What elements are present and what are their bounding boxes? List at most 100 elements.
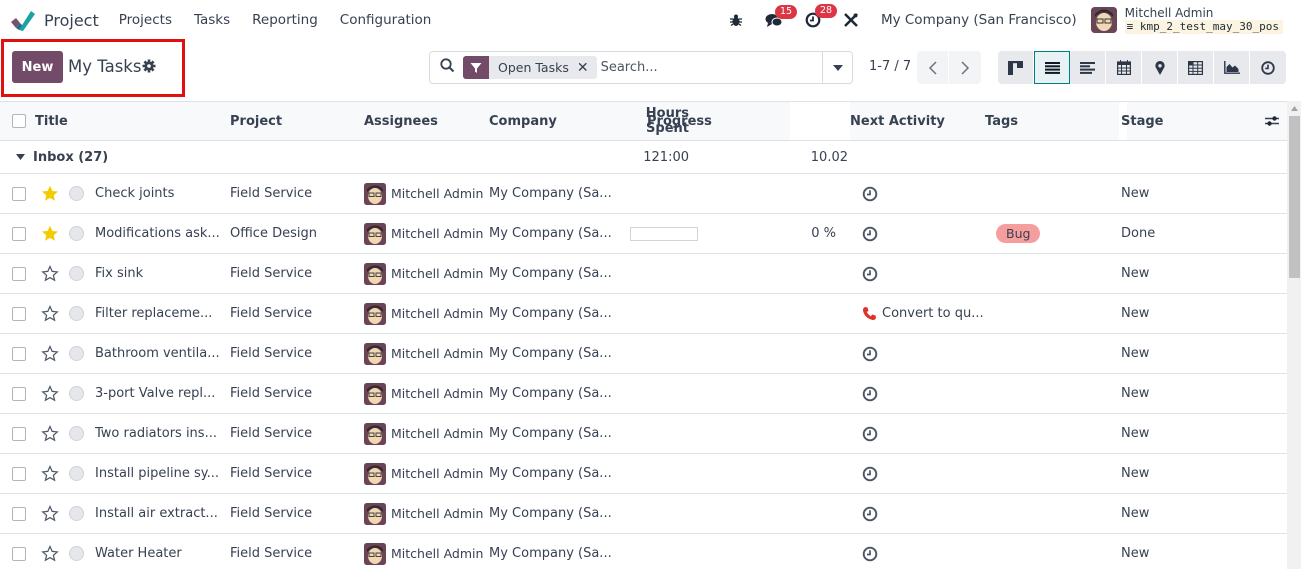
star-outline-icon[interactable] <box>41 505 59 522</box>
assignee-avatar[interactable] <box>364 502 386 525</box>
view-pivot-button[interactable] <box>1178 51 1214 84</box>
column-header-title[interactable]: Title <box>35 102 230 141</box>
status-circle-icon[interactable] <box>69 226 84 241</box>
activity-clock-icon[interactable] <box>862 346 878 362</box>
table-row[interactable]: Install air extract... Field Service Mitch… <box>0 494 1287 534</box>
table-row[interactable]: Check joints Field Service Mitchell Admin M… <box>0 174 1287 214</box>
activity-clock-icon[interactable] <box>862 466 878 482</box>
star-filled-icon[interactable] <box>41 185 59 202</box>
assignee-avatar[interactable] <box>364 222 386 245</box>
activity-clock-icon[interactable] <box>862 266 878 282</box>
column-header-project[interactable]: Project <box>230 102 364 141</box>
column-header-progress[interactable]: Progress <box>647 102 790 141</box>
row-checkbox[interactable] <box>12 266 26 281</box>
scroll-up-arrow-icon[interactable] <box>1287 101 1301 115</box>
table-row[interactable]: Filter replaceme... Field Service Mitchell… <box>0 294 1287 334</box>
view-kanban-button[interactable] <box>998 51 1034 84</box>
row-checkbox[interactable] <box>12 466 26 481</box>
search-input[interactable] <box>600 60 811 75</box>
tag-badge[interactable]: Bug <box>996 224 1041 243</box>
row-checkbox[interactable] <box>12 546 26 561</box>
task-title[interactable]: Check joints <box>95 174 230 214</box>
scrollbar-thumb[interactable] <box>1289 116 1300 278</box>
task-title[interactable]: 3-port Valve repl... <box>95 374 230 414</box>
view-calendar-button[interactable] <box>1106 51 1142 84</box>
activity-clock-icon[interactable] <box>862 386 878 402</box>
pager-previous-button[interactable] <box>917 51 949 84</box>
gear-icon[interactable] <box>142 59 156 77</box>
activity-clock-icon[interactable] <box>862 506 878 522</box>
assignee-avatar[interactable] <box>364 462 386 485</box>
star-filled-icon[interactable] <box>41 225 59 242</box>
facet-remove-icon[interactable]: ✕ <box>577 60 589 76</box>
status-circle-icon[interactable] <box>69 306 84 321</box>
task-title[interactable]: Two radiators ins... <box>95 414 230 454</box>
row-checkbox[interactable] <box>12 506 26 521</box>
row-checkbox[interactable] <box>12 306 26 321</box>
messages-icon[interactable]: 15 <box>765 4 798 28</box>
menu-projects[interactable]: Projects <box>119 12 172 28</box>
assignee-avatar[interactable] <box>364 382 386 405</box>
star-outline-icon[interactable] <box>41 545 59 562</box>
status-circle-icon[interactable] <box>69 466 84 481</box>
column-header-next-activity[interactable]: Next Activity <box>850 102 985 141</box>
app-brand[interactable]: Project <box>10 9 99 31</box>
column-header-company[interactable]: Company <box>489 102 630 141</box>
star-outline-icon[interactable] <box>41 425 59 442</box>
search-icon[interactable] <box>440 58 455 77</box>
view-activity-button[interactable] <box>1250 51 1286 84</box>
view-list-button[interactable] <box>1034 51 1070 84</box>
view-gantt-button[interactable] <box>1070 51 1106 84</box>
assignee-avatar[interactable] <box>364 302 386 325</box>
activities-icon[interactable]: 28 <box>805 4 838 28</box>
debug-icon[interactable] <box>729 13 743 27</box>
pager-next-button[interactable] <box>949 51 981 84</box>
menu-reporting[interactable]: Reporting <box>252 12 318 28</box>
menu-configuration[interactable]: Configuration <box>340 12 432 28</box>
table-row[interactable]: Two radiators ins... Field Service Mitchel… <box>0 414 1287 454</box>
status-circle-icon[interactable] <box>69 346 84 361</box>
table-row[interactable]: Fix sink Field Service Mitchell Admin My Co… <box>0 254 1287 294</box>
search-options-toggle[interactable] <box>822 52 852 83</box>
task-title[interactable]: Fix sink <box>95 254 230 294</box>
view-graph-button[interactable] <box>1214 51 1250 84</box>
group-row-inbox[interactable]: Inbox (27) 121:00 10.02 <box>0 141 1287 174</box>
row-checkbox[interactable] <box>12 386 26 401</box>
column-header-assignees[interactable]: Assignees <box>364 102 489 141</box>
status-circle-icon[interactable] <box>69 266 84 281</box>
column-header-tags[interactable]: Tags <box>985 102 1119 141</box>
table-row[interactable]: Water Heater Field Service Mitchell Admin M… <box>0 534 1287 569</box>
activity-clock-icon[interactable] <box>862 546 878 562</box>
company-switcher[interactable]: My Company (San Francisco) <box>881 12 1077 28</box>
table-row[interactable]: Modifications ask... Office Design Mitchel… <box>0 214 1287 254</box>
star-outline-icon[interactable] <box>41 465 59 482</box>
row-checkbox[interactable] <box>12 426 26 441</box>
status-circle-icon[interactable] <box>69 546 84 561</box>
activity-clock-icon[interactable] <box>862 426 878 442</box>
star-outline-icon[interactable] <box>41 345 59 362</box>
star-outline-icon[interactable] <box>41 385 59 402</box>
star-outline-icon[interactable] <box>41 305 59 322</box>
row-checkbox[interactable] <box>12 226 26 241</box>
task-title[interactable]: Water Heater <box>95 534 230 569</box>
task-title[interactable]: Bathroom ventila... <box>95 334 230 374</box>
task-title[interactable]: Install air extract... <box>95 494 230 534</box>
row-checkbox[interactable] <box>12 186 26 201</box>
task-title[interactable]: Install pipeline sy... <box>95 454 230 494</box>
activity-clock-icon[interactable] <box>862 226 878 242</box>
table-row[interactable]: Bathroom ventila... Field Service Mitchell… <box>0 334 1287 374</box>
column-header-stage[interactable]: Stage <box>1121 114 1163 129</box>
vertical-scrollbar[interactable] <box>1287 101 1301 569</box>
row-checkbox[interactable] <box>12 346 26 361</box>
assignee-avatar[interactable] <box>364 182 386 205</box>
new-button[interactable]: New <box>12 51 63 83</box>
user-menu[interactable]: Mitchell Admin ≡ kmp_2_test_may_30_pos <box>1090 6 1283 34</box>
assignee-avatar[interactable] <box>364 342 386 365</box>
assignee-avatar[interactable] <box>364 422 386 445</box>
menu-tasks[interactable]: Tasks <box>194 12 230 28</box>
view-map-button[interactable] <box>1142 51 1178 84</box>
task-title[interactable]: Modifications ask... <box>95 214 230 254</box>
status-circle-icon[interactable] <box>69 426 84 441</box>
optional-columns-toggle-icon[interactable] <box>1265 115 1279 127</box>
pager-value[interactable]: 1-7 / 7 <box>869 59 911 74</box>
